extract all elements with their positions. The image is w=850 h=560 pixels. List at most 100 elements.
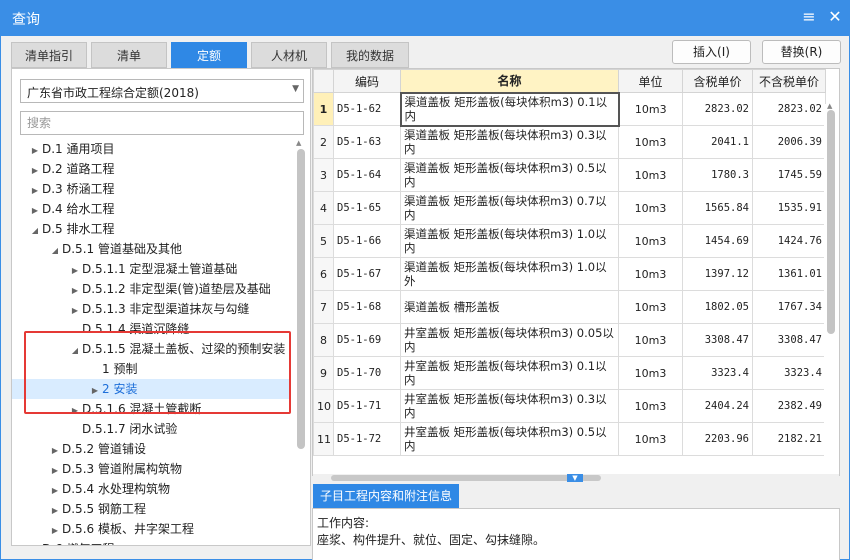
cell-code[interactable]: D5-1-66 bbox=[333, 224, 401, 258]
row-number[interactable]: 9 bbox=[313, 356, 334, 390]
tree-item[interactable]: ▶ D.5.1.3 非定型渠道抹灰与勾缝 bbox=[12, 299, 290, 319]
collapsed-arrow-icon[interactable]: ▶ bbox=[28, 161, 42, 181]
cell-name[interactable]: 井室盖板 矩形盖板(每块体积m3) 0.05以内 bbox=[400, 323, 619, 357]
cell-unit[interactable]: 10m3 bbox=[618, 356, 683, 390]
cell-name[interactable]: 渠道盖板 矩形盖板(每块体积m3) 0.3以内 bbox=[400, 125, 619, 159]
grid-hscroll-thumb[interactable] bbox=[331, 475, 601, 481]
expanded-arrow-icon[interactable]: ◢ bbox=[68, 341, 82, 361]
table-row[interactable]: 8 D5-1-69 井室盖板 矩形盖板(每块体积m3) 0.05以内 10m3 3308… bbox=[313, 323, 826, 357]
cell-tax-price[interactable]: 2404.24 bbox=[682, 389, 753, 423]
header-tax-price[interactable]: 含税单价 bbox=[682, 69, 753, 93]
tree-item[interactable]: ▶ D.5.2 管道铺设 bbox=[12, 439, 290, 459]
collapsed-arrow-icon[interactable]: ▶ bbox=[48, 461, 62, 481]
tree-item[interactable]: ▶ D.2 道路工程 bbox=[12, 159, 290, 179]
collapsed-arrow-icon[interactable]: ▶ bbox=[68, 281, 82, 301]
tab-my-data[interactable]: 我的数据 bbox=[331, 42, 409, 68]
tree-item[interactable]: ▶ D.5.1.6 混凝土管截断 bbox=[12, 399, 290, 419]
tree-item[interactable]: ▶ D.5.4 水处理构筑物 bbox=[12, 479, 290, 499]
collapsed-arrow-icon[interactable]: ▶ bbox=[48, 521, 62, 541]
cell-notax-price[interactable]: 1424.76 bbox=[752, 224, 826, 258]
tab-bill-guide[interactable]: 清单指引 bbox=[11, 42, 87, 68]
splitter-chevron-down-icon[interactable]: ▼ bbox=[567, 474, 583, 482]
tree-item[interactable]: ▶ D.5.1.1 定型混凝土管道基础 bbox=[12, 259, 290, 279]
cell-code[interactable]: D5-1-68 bbox=[333, 290, 401, 324]
collapsed-arrow-icon[interactable]: ▶ bbox=[28, 541, 42, 545]
cell-code[interactable]: D5-1-67 bbox=[333, 257, 401, 291]
cell-notax-price[interactable]: 1535.91 bbox=[752, 191, 826, 225]
cell-name[interactable]: 渠道盖板 矩形盖板(每块体积m3) 1.0以内 bbox=[400, 224, 619, 258]
cell-name[interactable]: 井室盖板 矩形盖板(每块体积m3) 0.5以内 bbox=[400, 422, 619, 456]
row-number[interactable]: 7 bbox=[313, 290, 334, 324]
table-row[interactable]: 2 D5-1-63 渠道盖板 矩形盖板(每块体积m3) 0.3以内 10m3 2041.… bbox=[313, 125, 826, 159]
collapsed-arrow-icon[interactable]: ▶ bbox=[68, 401, 82, 421]
row-number[interactable]: 5 bbox=[313, 224, 334, 258]
tree-scroll-thumb[interactable] bbox=[297, 149, 305, 449]
table-row[interactable]: 7 D5-1-68 渠道盖板 槽形盖板 10m3 1802.05 1767.34 bbox=[313, 290, 826, 324]
menu-icon[interactable]: ≡ bbox=[798, 6, 820, 28]
cell-tax-price[interactable]: 3323.4 bbox=[682, 356, 753, 390]
cell-notax-price[interactable]: 1361.01 bbox=[752, 257, 826, 291]
cell-tax-price[interactable]: 1397.12 bbox=[682, 257, 753, 291]
collapsed-arrow-icon[interactable]: ▶ bbox=[28, 141, 42, 161]
cell-notax-price[interactable]: 2823.02 bbox=[752, 92, 826, 126]
tab-labor-material[interactable]: 人材机 bbox=[251, 42, 327, 68]
collapsed-arrow-icon[interactable]: ▶ bbox=[48, 441, 62, 461]
collapsed-arrow-icon[interactable]: ▶ bbox=[28, 201, 42, 221]
search-input[interactable] bbox=[20, 111, 304, 135]
header-name[interactable]: 名称 bbox=[400, 69, 619, 93]
expanded-arrow-icon[interactable]: ◢ bbox=[48, 241, 62, 261]
cell-notax-price[interactable]: 1745.59 bbox=[752, 158, 826, 192]
tree-item[interactable]: ▶ D.5.3 管道附属构筑物 bbox=[12, 459, 290, 479]
tree-item[interactable]: ▶ D.4 给水工程 bbox=[12, 199, 290, 219]
table-row[interactable]: 10 D5-1-71 井室盖板 矩形盖板(每块体积m3) 0.3以内 10m3 2404… bbox=[313, 389, 826, 423]
cell-code[interactable]: D5-1-64 bbox=[333, 158, 401, 192]
tree-item[interactable]: D.5.1.4 渠道沉降缝 bbox=[12, 319, 290, 339]
table-row[interactable]: 11 D5-1-72 井室盖板 矩形盖板(每块体积m3) 0.5以内 10m3 2203… bbox=[313, 422, 826, 456]
collapsed-arrow-icon[interactable]: ▶ bbox=[88, 381, 102, 401]
cell-tax-price[interactable]: 1565.84 bbox=[682, 191, 753, 225]
scroll-up-icon[interactable]: ▲ bbox=[827, 102, 832, 110]
cell-unit[interactable]: 10m3 bbox=[618, 389, 683, 423]
row-number[interactable]: 6 bbox=[313, 257, 334, 291]
cell-notax-price[interactable]: 3308.47 bbox=[752, 323, 826, 357]
cell-code[interactable]: D5-1-72 bbox=[333, 422, 401, 456]
tab-quota[interactable]: 定额 bbox=[171, 42, 247, 68]
cell-tax-price[interactable]: 2203.96 bbox=[682, 422, 753, 456]
cell-tax-price[interactable]: 1454.69 bbox=[682, 224, 753, 258]
table-row[interactable]: 1 D5-1-62 渠道盖板 矩形盖板(每块体积m3) 0.1以内 10m3 2823.… bbox=[313, 91, 826, 127]
cell-code[interactable]: D5-1-62 bbox=[333, 92, 401, 126]
cell-unit[interactable]: 10m3 bbox=[618, 323, 683, 357]
tree-scrollbar[interactable]: ▲ bbox=[294, 139, 308, 545]
scroll-up-icon[interactable]: ▲ bbox=[296, 139, 301, 147]
cell-unit[interactable]: 10m3 bbox=[618, 158, 683, 192]
cell-code[interactable]: D5-1-71 bbox=[333, 389, 401, 423]
table-row[interactable]: 4 D5-1-65 渠道盖板 矩形盖板(每块体积m3) 0.7以内 10m3 1565.… bbox=[313, 191, 826, 225]
cell-unit[interactable]: 10m3 bbox=[618, 125, 683, 159]
cell-unit[interactable]: 10m3 bbox=[618, 290, 683, 324]
cell-code[interactable]: D5-1-70 bbox=[333, 356, 401, 390]
cell-name[interactable]: 渠道盖板 槽形盖板 bbox=[400, 290, 619, 324]
tree-item[interactable]: ▶ D.5.6 模板、井字架工程 bbox=[12, 519, 290, 539]
collapsed-arrow-icon[interactable]: ▶ bbox=[48, 481, 62, 501]
collapsed-arrow-icon[interactable]: ▶ bbox=[68, 301, 82, 321]
quota-library-dropdown[interactable]: 广东省市政工程综合定额(2018) ▼ bbox=[20, 79, 304, 103]
cell-tax-price[interactable]: 3308.47 bbox=[682, 323, 753, 357]
tree-item[interactable]: ▶ 2 安装 bbox=[12, 379, 290, 399]
tree-item[interactable]: ◢ D.5.1.5 混凝土盖板、过梁的预制安装 bbox=[12, 339, 290, 359]
row-number[interactable]: 4 bbox=[313, 191, 334, 225]
cell-notax-price[interactable]: 2182.21 bbox=[752, 422, 826, 456]
cell-tax-price[interactable]: 1802.05 bbox=[682, 290, 753, 324]
tab-work-content-info[interactable]: 子目工程内容和附注信息 bbox=[313, 484, 460, 508]
replace-button[interactable]: 替换(R) bbox=[762, 40, 841, 64]
table-row[interactable]: 9 D5-1-70 井室盖板 矩形盖板(每块体积m3) 0.1以内 10m3 3323.… bbox=[313, 356, 826, 390]
grid-scroll-thumb[interactable] bbox=[827, 110, 835, 334]
collapsed-arrow-icon[interactable]: ▶ bbox=[28, 181, 42, 201]
header-code[interactable]: 编码 bbox=[333, 69, 401, 93]
cell-unit[interactable]: 10m3 bbox=[618, 422, 683, 456]
tree-item[interactable]: ▶ D.5.5 钢筋工程 bbox=[12, 499, 290, 519]
tree-item[interactable]: ▶D.6 燃气工程 bbox=[12, 539, 290, 545]
cell-notax-price[interactable]: 2006.39 bbox=[752, 125, 826, 159]
cell-notax-price[interactable]: 1767.34 bbox=[752, 290, 826, 324]
cell-notax-price[interactable]: 2382.49 bbox=[752, 389, 826, 423]
cell-name[interactable]: 渠道盖板 矩形盖板(每块体积m3) 0.5以内 bbox=[400, 158, 619, 192]
